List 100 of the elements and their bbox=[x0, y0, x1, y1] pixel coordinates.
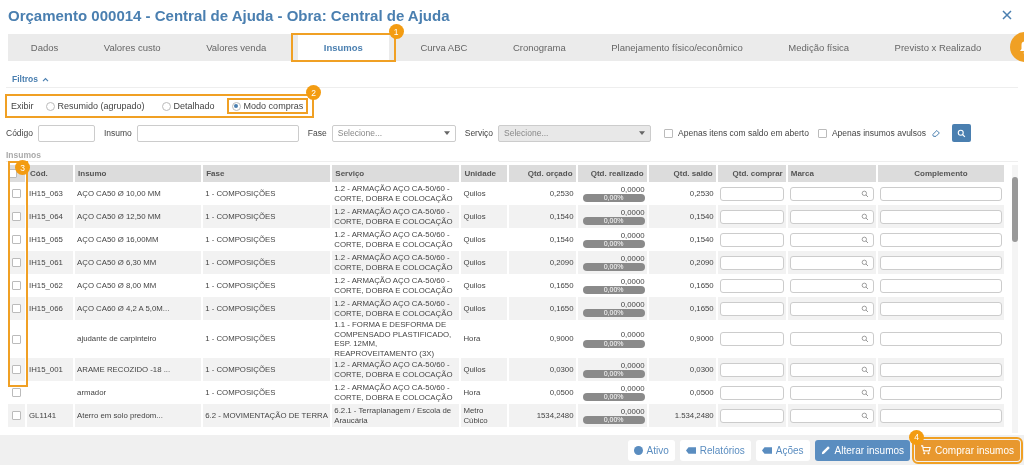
brand-lookup-field[interactable] bbox=[789, 332, 874, 346]
brand-lookup-field[interactable] bbox=[789, 362, 874, 377]
tab[interactable]: Previsto x Realizado bbox=[880, 37, 996, 58]
search-icon bbox=[860, 304, 869, 313]
search-icon bbox=[860, 388, 869, 397]
brand-lookup-field[interactable] bbox=[789, 301, 874, 316]
complement-field[interactable] bbox=[879, 362, 1002, 377]
column-header[interactable]: Serviço bbox=[331, 165, 461, 182]
brand-lookup-field[interactable] bbox=[789, 278, 874, 293]
row-checkbox[interactable] bbox=[12, 304, 21, 314]
brand-lookup-field[interactable] bbox=[789, 209, 874, 224]
pencil-icon bbox=[820, 445, 831, 455]
row-checkbox[interactable] bbox=[12, 258, 21, 268]
tab[interactable]: Dados bbox=[16, 37, 73, 58]
tab[interactable]: Insumos bbox=[297, 35, 389, 60]
select-field[interactable]: Selecione... bbox=[331, 124, 456, 142]
search-icon bbox=[860, 235, 869, 244]
eraser-icon[interactable] bbox=[931, 128, 941, 138]
action-button[interactable]: Ações bbox=[755, 439, 810, 461]
field-label: Fase bbox=[307, 128, 327, 138]
radio-option[interactable]: Modo compras bbox=[226, 98, 309, 114]
quantity-field[interactable] bbox=[719, 332, 784, 346]
tab[interactable]: Cronograma bbox=[498, 37, 580, 58]
quantity-field[interactable] bbox=[719, 408, 784, 423]
caret-icon[interactable] bbox=[443, 131, 450, 135]
quantity-field[interactable] bbox=[719, 255, 784, 270]
input-field[interactable] bbox=[37, 124, 95, 142]
callout-badge: 4 bbox=[909, 429, 925, 445]
action-button[interactable]: Relatórios bbox=[679, 439, 751, 461]
column-header[interactable]: Cód. bbox=[26, 165, 75, 182]
column-header[interactable]: Unidade bbox=[460, 165, 509, 182]
row-checkbox[interactable] bbox=[12, 212, 21, 222]
field-label: Código bbox=[6, 128, 33, 138]
complement-field[interactable] bbox=[879, 232, 1002, 247]
row-checkbox[interactable] bbox=[12, 281, 21, 291]
complement-field[interactable] bbox=[879, 209, 1002, 224]
column-header[interactable]: Complemento bbox=[876, 165, 1005, 182]
quantity-field[interactable] bbox=[719, 278, 784, 293]
tab[interactable]: Curva ABC bbox=[406, 37, 482, 58]
radio-option[interactable]: Resumido (agrupado) bbox=[40, 98, 150, 114]
quantity-field[interactable] bbox=[719, 385, 784, 400]
complement-field[interactable] bbox=[879, 255, 1002, 270]
scrollbar[interactable] bbox=[1012, 165, 1018, 433]
select-all-checkbox[interactable] bbox=[8, 169, 17, 179]
row-checkbox[interactable] bbox=[12, 189, 21, 199]
column-header[interactable]: Fase bbox=[202, 165, 332, 182]
complement-field[interactable] bbox=[879, 408, 1002, 423]
row-checkbox[interactable] bbox=[12, 411, 21, 421]
action-button[interactable]: Ativo bbox=[627, 439, 675, 461]
column-header[interactable]: Qtd. saldo bbox=[647, 165, 717, 182]
search-button[interactable] bbox=[952, 124, 971, 142]
row-checkbox[interactable] bbox=[12, 334, 21, 344]
quantity-field[interactable] bbox=[719, 301, 784, 316]
search-icon bbox=[860, 212, 869, 221]
checkbox-option[interactable]: Apenas insumos avulsos bbox=[817, 128, 926, 138]
tag-icon bbox=[761, 446, 772, 454]
callout-badge: 2 bbox=[306, 85, 322, 100]
column-header[interactable]: Qtd. comprar bbox=[716, 165, 787, 182]
search-icon bbox=[860, 281, 869, 290]
tab[interactable]: Planejamento físico/econômico bbox=[597, 37, 757, 58]
quantity-field[interactable] bbox=[719, 209, 784, 224]
window-title: Orçamento 000014 - Central de Ajuda - Obra: Central de Ajuda bbox=[8, 6, 450, 24]
section-title: Insumos bbox=[6, 150, 41, 160]
tag-icon bbox=[685, 446, 696, 454]
tab[interactable]: Valores venda bbox=[192, 37, 281, 58]
radio-option[interactable]: Detalhado bbox=[156, 98, 220, 114]
column-header[interactable]: Qtd. orçado bbox=[508, 165, 577, 182]
search-icon bbox=[860, 258, 869, 267]
search-icon bbox=[860, 411, 869, 420]
circle-icon bbox=[633, 445, 643, 455]
complement-field[interactable] bbox=[879, 301, 1002, 316]
checkbox-option[interactable]: Apenas itens com saldo em aberto bbox=[664, 128, 809, 138]
brand-lookup-field[interactable] bbox=[789, 232, 874, 247]
close-icon[interactable] bbox=[1002, 10, 1012, 20]
brand-lookup-field[interactable] bbox=[789, 255, 874, 270]
row-checkbox[interactable] bbox=[12, 235, 21, 245]
filters-toggle[interactable]: Filtros bbox=[12, 74, 38, 84]
field-label: Serviço bbox=[464, 128, 494, 138]
quantity-field[interactable] bbox=[719, 186, 784, 201]
brand-lookup-field[interactable] bbox=[789, 408, 874, 423]
quantity-field[interactable] bbox=[719, 362, 784, 377]
complement-field[interactable] bbox=[879, 278, 1002, 293]
search-icon bbox=[860, 365, 869, 374]
quantity-field[interactable] bbox=[719, 232, 784, 247]
chevron-icon[interactable] bbox=[42, 76, 49, 82]
brand-lookup-field[interactable] bbox=[789, 186, 874, 201]
column-header[interactable]: Qtd. realizado bbox=[576, 165, 648, 182]
tab[interactable]: Medição física bbox=[774, 37, 864, 58]
row-checkbox[interactable] bbox=[12, 365, 21, 375]
row-checkbox[interactable] bbox=[12, 388, 21, 398]
input-field[interactable] bbox=[136, 124, 299, 142]
complement-field[interactable] bbox=[879, 186, 1002, 201]
action-button[interactable]: Alterar insumos bbox=[814, 439, 911, 461]
column-header[interactable]: Insumo bbox=[74, 165, 203, 182]
column-header[interactable]: Marca bbox=[786, 165, 877, 182]
complement-field[interactable] bbox=[879, 332, 1002, 346]
field-label: Insumo bbox=[103, 128, 132, 138]
complement-field[interactable] bbox=[879, 385, 1002, 400]
brand-lookup-field[interactable] bbox=[789, 385, 874, 400]
tab[interactable]: Valores custo bbox=[89, 37, 175, 58]
